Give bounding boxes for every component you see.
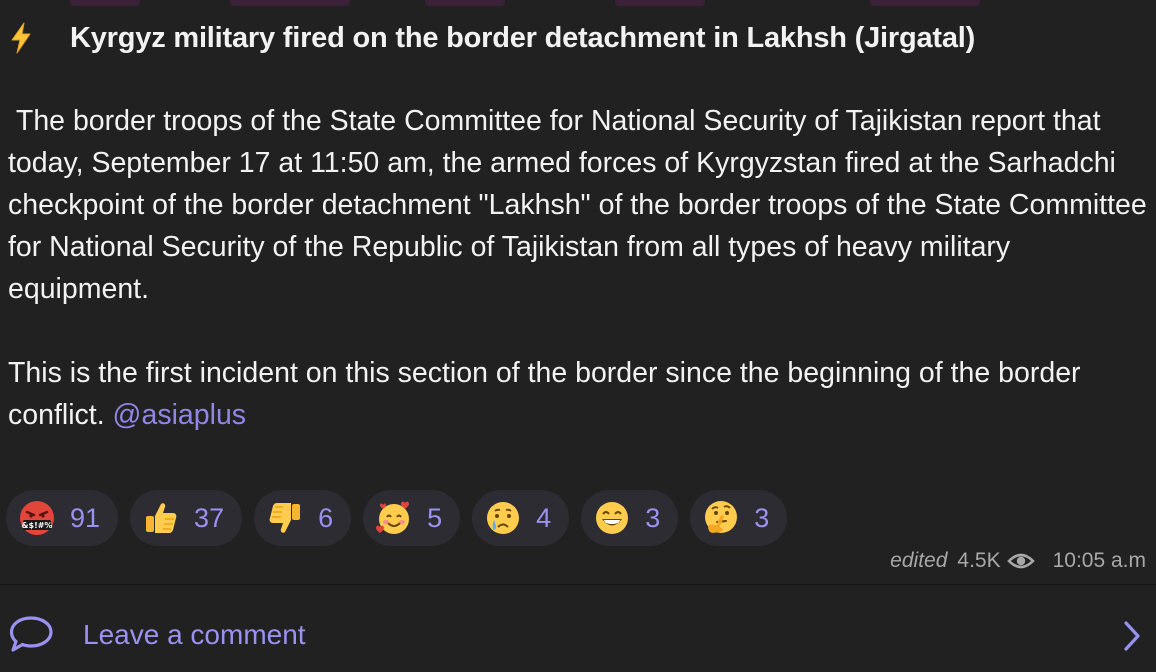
channel-post: Kyrgyz military fired on the border deta… [0,0,1156,672]
view-count: 4.5K [957,549,1001,572]
reaction-angry[interactable]: &$!#% 91 [6,490,119,546]
reaction-thumbs-up[interactable]: 37 [130,490,243,546]
reaction-thumbs-down[interactable]: 6 [254,490,352,546]
thinking-face-icon [705,501,738,533]
reaction-count: 5 [427,502,443,533]
reaction-thinking[interactable]: 3 [690,490,788,546]
post-meta: edited 4.5K 10:05 a.m [890,549,1146,573]
post-title: Kyrgyz military fired on the border deta… [70,21,976,54]
leave-comment-button[interactable]: Leave a comment [0,585,1156,672]
leave-comment-label: Leave a comment [83,619,306,650]
smiling-face-with-hearts-icon [376,501,410,534]
post-title-row: Kyrgyz military fired on the border deta… [8,18,975,58]
reaction-count: 37 [194,502,225,533]
post-paragraph: This is the first incident on this secti… [8,352,1148,436]
reaction-count: 3 [754,502,770,533]
chevron-right-icon [1124,621,1140,651]
reactions-bar: &$!#% 91 37 6 5 4 3 3 [6,490,788,546]
reaction-count: 6 [318,502,334,533]
thumbs-up-icon [146,503,177,533]
reaction-grinning[interactable]: 3 [581,490,679,546]
post-body: The border troops of the State Committee… [8,100,1148,436]
eye-icon [1006,553,1035,569]
thumbs-down-icon [269,503,301,533]
svg-text:&$!#%: &$!#% [22,521,53,530]
reaction-smiling-hearts[interactable]: 5 [363,490,461,546]
edited-label: edited [890,549,948,572]
lightning-bolt-icon [11,22,31,54]
crying-face-icon [487,502,520,534]
reaction-count: 4 [536,502,552,533]
angry-swearing-face-icon: &$!#% [20,501,54,535]
post-paragraph: The border troops of the State Committee… [8,105,1155,305]
reaction-crying[interactable]: 4 [472,490,570,546]
beaming-grin-face-icon [596,502,629,534]
reaction-count: 91 [70,502,101,533]
asiaplus-mention-link[interactable]: @asiaplus [113,399,247,431]
comment-bubble-icon [9,616,53,652]
post-time: 10:05 a.m [1052,549,1146,572]
reaction-count: 3 [645,502,661,533]
